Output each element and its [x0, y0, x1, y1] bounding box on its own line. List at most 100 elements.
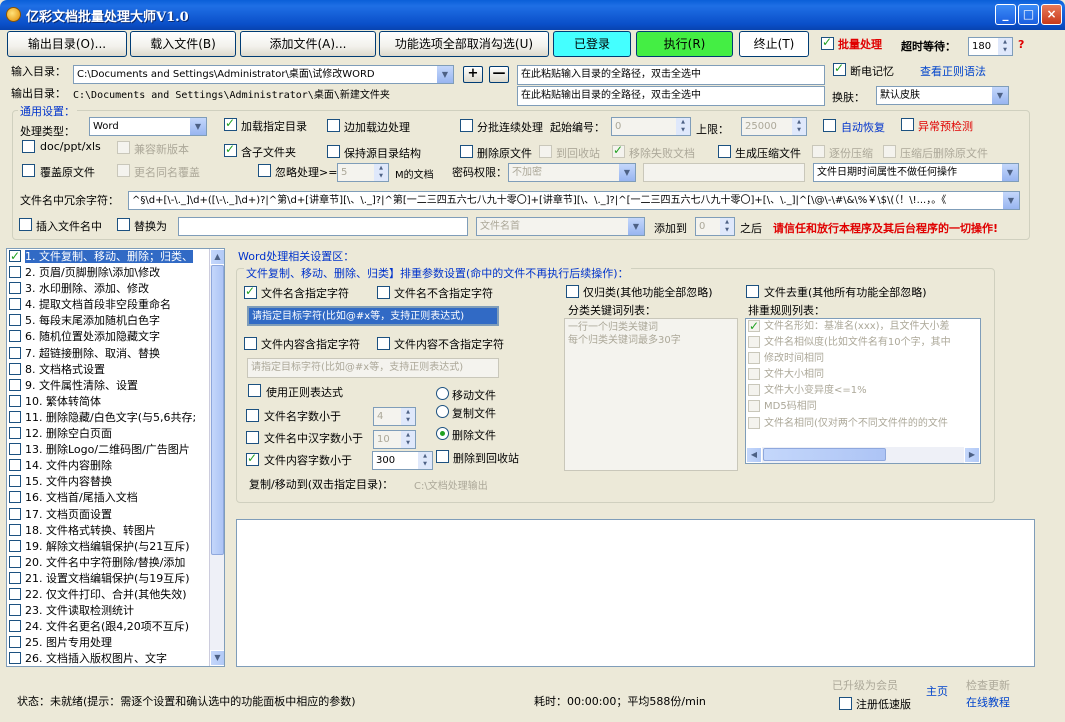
resume-checkbox[interactable] [833, 61, 846, 76]
del-orig-checkbox[interactable] [460, 145, 473, 158]
rule-item-checkbox[interactable] [748, 400, 760, 413]
redundant-combo[interactable]: ^§\d+[\-\._]\d+([\-\._]\d+)?|^第\d+[讲章节][… [128, 191, 1020, 210]
ignore-spinner[interactable]: 5 [337, 163, 389, 182]
subfolder-checkbox[interactable] [224, 142, 237, 157]
rule-item[interactable]: 文件名形如：基准名(xxx)，且文件大小差 [746, 319, 980, 335]
use-regex-checkbox[interactable] [248, 384, 261, 397]
scroll-thumb[interactable] [211, 265, 224, 555]
copy-file-radio[interactable] [436, 405, 449, 418]
function-item-checkbox[interactable] [9, 330, 21, 343]
load-file-button[interactable]: 载入文件(B) [130, 31, 236, 57]
scroll-up-icon[interactable]: ▲ [210, 249, 224, 265]
only-classify-checkbox[interactable] [566, 285, 579, 298]
function-item[interactable]: 7. 超链接删除、取消、替换 [7, 346, 224, 362]
replace-as-field[interactable] [178, 217, 468, 236]
content-target-field[interactable]: 请指定目标字符(比如@#x等，支持正则表达式) [247, 358, 499, 378]
add-dir-button[interactable]: + [463, 66, 483, 83]
minimize-button[interactable]: _ [995, 4, 1016, 25]
function-item[interactable]: 10. 繁体转简体 [7, 394, 224, 410]
name-not-contains-checkbox[interactable] [377, 286, 390, 299]
dedupe-rule-list[interactable]: 文件名形如：基准名(xxx)，且文件大小差文件名相似度(比如文件名有10个字，其… [745, 318, 981, 464]
pre-check-checkbox[interactable] [901, 118, 914, 131]
rule-scroll-thumb[interactable] [763, 448, 886, 461]
function-item[interactable]: 21. 设置文档编辑保护(与19互斥) [7, 571, 224, 587]
function-list[interactable]: 1. 文件复制、移动、删除；归类、 2. 页眉/页脚删除\添加\修改 3. 水印删除… [6, 248, 225, 667]
input-dir-combo[interactable]: C:\Documents and Settings\Administrator\… [73, 65, 454, 84]
function-item-checkbox[interactable] [9, 282, 21, 295]
gen-zip-checkbox[interactable] [718, 145, 731, 158]
function-item-checkbox[interactable] [9, 249, 21, 264]
function-item-checkbox[interactable] [9, 266, 21, 279]
function-item-checkbox[interactable] [9, 620, 21, 633]
function-item[interactable]: 19. 解除文档编辑保护(与21互斥) [7, 539, 224, 555]
paste-input-field[interactable]: 在此粘贴输入目录的全路径，双击全选中 [517, 65, 825, 85]
execute-button[interactable]: 执行(R) [636, 31, 733, 57]
content-contains-checkbox[interactable] [244, 337, 257, 350]
batch-checkbox[interactable] [821, 35, 834, 50]
skin-combo[interactable]: 默认皮肤 [876, 86, 1009, 105]
help-icon[interactable]: ? [1018, 38, 1024, 51]
upper-spinner[interactable]: 25000 [741, 117, 807, 136]
content-not-contains-checkbox[interactable] [377, 337, 390, 350]
function-item-checkbox[interactable] [9, 491, 21, 504]
function-item-checkbox[interactable] [9, 555, 21, 568]
function-item-checkbox[interactable] [9, 652, 21, 665]
function-item[interactable]: 23. 文件读取检测统计 [7, 603, 224, 619]
rule-item[interactable]: 文件名相似度(比如文件名有10个字，其中 [746, 335, 980, 351]
compat-checkbox[interactable] [117, 141, 130, 154]
rule-item-checkbox[interactable] [748, 352, 760, 365]
rename-same-checkbox[interactable] [117, 164, 130, 177]
function-item[interactable]: 25. 图片专用处理 [7, 635, 224, 651]
date-attr-combo[interactable]: 文件日期时间属性不做任何操作 [813, 163, 1019, 182]
name-cn-checkbox[interactable] [246, 431, 259, 444]
close-button[interactable]: × [1041, 4, 1062, 25]
home-link[interactable]: 主页 [926, 683, 948, 699]
function-item[interactable]: 20. 文件名中字符删除/替换/添加 [7, 555, 224, 571]
paste-output-field[interactable]: 在此粘贴输出目录的全路径，双击全选中 [517, 86, 825, 106]
function-item[interactable]: 17. 文档页面设置 [7, 507, 224, 523]
rule-item-checkbox[interactable] [748, 384, 760, 397]
rule-item-checkbox[interactable] [748, 319, 760, 334]
auto-recover-checkbox[interactable] [823, 119, 836, 132]
load-while-checkbox[interactable] [327, 119, 340, 132]
function-item[interactable]: 12. 删除空白页面 [7, 426, 224, 442]
function-item[interactable]: 22. 仅文件打印、合并(其他失效) [7, 587, 224, 603]
overwrite-checkbox[interactable] [22, 164, 35, 177]
add-file-button[interactable]: 添加文件(A)... [240, 31, 376, 57]
add-to-spinner[interactable]: 0 [695, 217, 735, 236]
doc-ppt-xls-checkbox[interactable] [22, 140, 35, 153]
function-item-checkbox[interactable] [9, 394, 21, 407]
function-item[interactable]: 3. 水印删除、添加、修改 [7, 281, 224, 297]
function-item[interactable]: 1. 文件复制、移动、删除；归类、 [7, 249, 224, 265]
function-item[interactable]: 9. 文件属性清除、设置 [7, 378, 224, 394]
replace-as-checkbox[interactable] [117, 218, 130, 231]
toggle-all-button[interactable]: 功能选项全部取消勾选(U) [379, 31, 549, 57]
rule-item-checkbox[interactable] [748, 416, 760, 429]
function-item-checkbox[interactable] [9, 362, 21, 375]
logged-in-button[interactable]: 已登录 [553, 31, 631, 57]
function-scrollbar[interactable]: ▲ ▼ [209, 249, 224, 666]
function-item[interactable]: 8. 文档格式设置 [7, 362, 224, 378]
timeout-spinner[interactable]: 180 [968, 37, 1013, 56]
function-item-checkbox[interactable] [9, 378, 21, 391]
delete-file-radio[interactable] [436, 427, 449, 440]
function-item-checkbox[interactable] [9, 587, 21, 600]
name-len-checkbox[interactable] [246, 409, 259, 422]
function-item[interactable]: 24. 文件名更名(跟4,20项不互斥) [7, 619, 224, 635]
stop-button[interactable]: 终止(T) [739, 31, 809, 57]
function-item-checkbox[interactable] [9, 427, 21, 440]
dedupe-checkbox[interactable] [746, 285, 759, 298]
start-no-spinner[interactable]: 0 [611, 117, 691, 136]
scroll-down-icon[interactable]: ▼ [210, 650, 224, 666]
register-slow-checkbox[interactable] [839, 697, 852, 710]
move-failed-checkbox[interactable] [612, 143, 625, 158]
function-item[interactable]: 14. 文件内容删除 [7, 458, 224, 474]
rule-item-checkbox[interactable] [748, 336, 760, 349]
name-position-combo[interactable]: 文件名首 [476, 217, 645, 236]
batch-cont-checkbox[interactable] [460, 119, 473, 132]
pwd-combo[interactable]: 不加密 [508, 163, 636, 182]
function-item-checkbox[interactable] [9, 539, 21, 552]
function-item-checkbox[interactable] [9, 604, 21, 617]
del-to-recycle-checkbox[interactable] [436, 450, 449, 463]
function-item-checkbox[interactable] [9, 507, 21, 520]
